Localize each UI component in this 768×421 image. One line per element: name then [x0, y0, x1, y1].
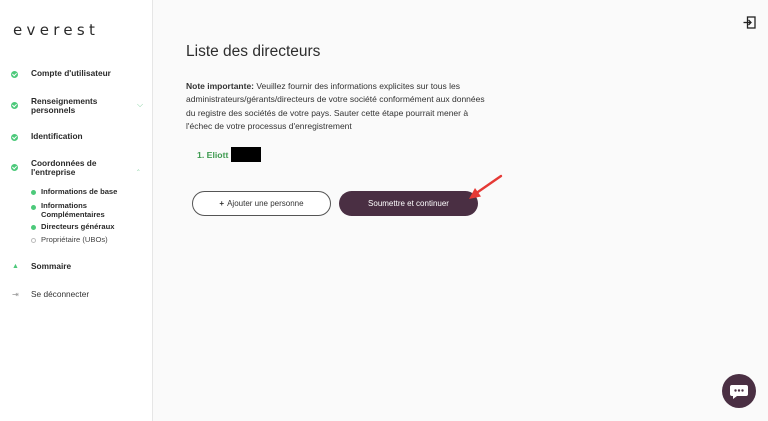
check-icon: [11, 71, 18, 78]
done-dot-icon: [31, 190, 36, 195]
sidebar-subitem-directors[interactable]: Directeurs généraux: [31, 222, 115, 232]
sidebar-item-label: Compte d'utilisateur: [31, 68, 111, 78]
note-title: Note importante:: [186, 81, 254, 91]
director-list-item: 1. Eliott: [197, 147, 262, 162]
annotation-arrow-icon: [469, 174, 503, 199]
sidebar-item-summary[interactable]: Sommaire: [11, 262, 123, 271]
pending-dot-icon: [31, 238, 36, 243]
chat-button[interactable]: [722, 374, 756, 408]
sidebar-subitem-basic-info[interactable]: Informations de base: [31, 187, 118, 197]
sidebar-subitem-label: Propriétaire (UBOs): [41, 235, 108, 244]
redaction-box: [231, 147, 262, 162]
sidebar-item-company-details[interactable]: Coordonnées de l'entreprise: [11, 159, 111, 177]
chat-bubble-icon: [730, 385, 748, 399]
sidebar-item-personal-info[interactable]: Renseignements personnels: [11, 97, 111, 115]
add-person-button[interactable]: + Ajouter une personne: [192, 191, 331, 216]
sidebar-item-identification[interactable]: Identification: [11, 132, 123, 141]
exit-icon[interactable]: [743, 16, 756, 29]
page-title: Liste des directeurs: [186, 43, 321, 60]
chevron-down-icon[interactable]: ⌵: [137, 100, 143, 110]
sidebar-item-user-account[interactable]: Compte d'utilisateur: [11, 69, 123, 78]
sidebar-subitem-label: Informations Complémentaires: [41, 201, 105, 219]
sidebar-item-label: Identification: [31, 131, 83, 141]
done-dot-icon: [31, 205, 36, 210]
sidebar-item-label: Se déconnecter: [31, 289, 90, 299]
sidebar-item-label: Coordonnées de l'entreprise: [31, 158, 97, 177]
sidebar-subitem-ubos[interactable]: Propriétaire (UBOs): [31, 235, 108, 245]
director-name: 1. Eliott: [197, 149, 229, 160]
sidebar-item-logout[interactable]: Se déconnecter: [11, 290, 123, 299]
everest-logo: everest: [13, 21, 100, 39]
check-icon: [11, 164, 18, 171]
sidebar-item-label: Sommaire: [31, 261, 72, 271]
sidebar-subitem-additional-info[interactable]: Informations Complémentaires: [31, 201, 121, 219]
submit-continue-button[interactable]: Soumettre et continuer: [339, 191, 478, 216]
check-icon: [11, 134, 18, 141]
sidebar-item-label: Renseignements personnels: [31, 96, 98, 115]
done-dot-icon: [31, 225, 36, 230]
plus-icon: +: [219, 199, 225, 208]
sidebar-subitem-label: Informations de base: [41, 187, 118, 196]
add-person-label: Ajouter une personne: [227, 199, 304, 208]
sidebar-subitem-label: Directeurs généraux: [41, 222, 115, 231]
important-note: Note importante: Veuillez fournir des in…: [186, 80, 491, 133]
chevron-up-icon[interactable]: ‸: [137, 162, 140, 171]
submit-continue-label: Soumettre et continuer: [368, 199, 449, 208]
sidebar: everest Compte d'utilisateur Renseigneme…: [0, 0, 153, 421]
check-icon: [11, 102, 18, 109]
